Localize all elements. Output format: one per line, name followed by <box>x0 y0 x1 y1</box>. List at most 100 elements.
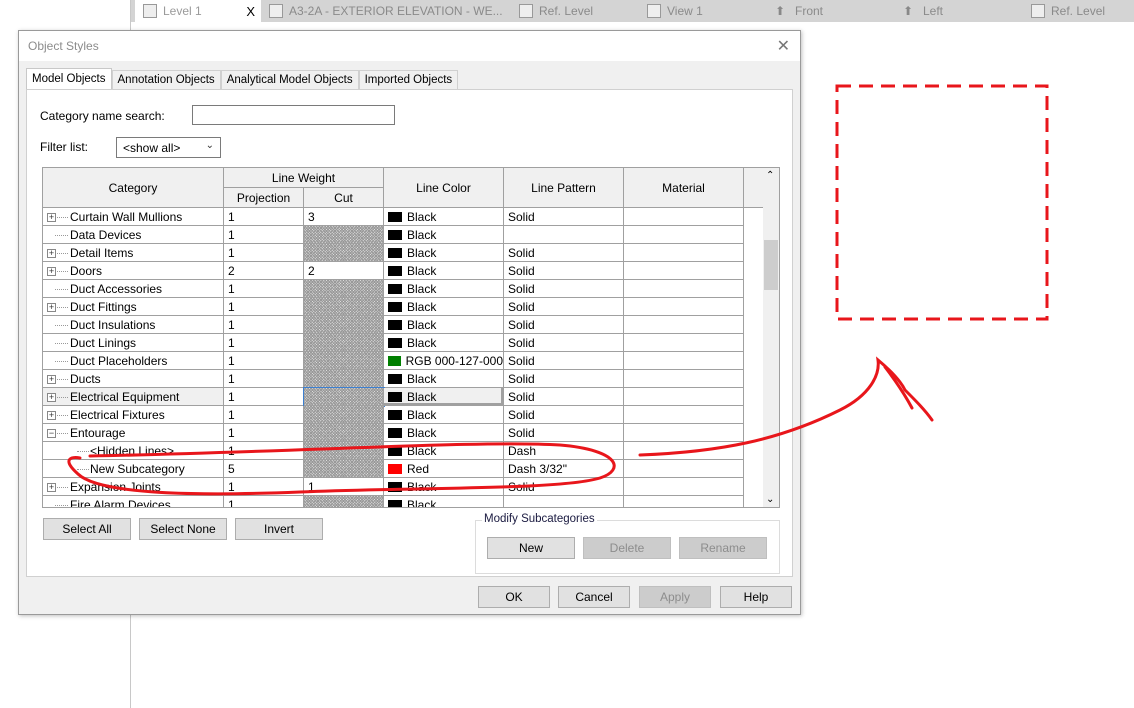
line-color-cell[interactable]: Black <box>384 406 504 424</box>
select-all-button[interactable]: Select All <box>43 518 131 540</box>
table-row[interactable]: Duct Linings 1 Black Solid <box>43 334 763 352</box>
line-color-cell[interactable]: Black <box>384 424 504 442</box>
line-color-cell[interactable]: Black <box>384 316 504 334</box>
tab-model-objects[interactable]: Model Objects <box>26 68 112 89</box>
line-pattern-cell[interactable]: Solid <box>504 298 624 316</box>
line-pattern-cell[interactable] <box>504 496 624 507</box>
cut-cell[interactable] <box>304 442 384 460</box>
category-cell[interactable]: Fire Alarm Devices <box>43 496 224 507</box>
apply-button[interactable]: Apply <box>639 586 711 608</box>
cut-cell[interactable] <box>304 244 384 262</box>
rename-subcategory-button[interactable]: Rename <box>679 537 767 559</box>
projection-cell[interactable]: 1 <box>224 478 304 496</box>
line-color-cell[interactable]: Black <box>384 262 504 280</box>
expand-icon[interactable]: + <box>47 267 56 276</box>
material-cell[interactable] <box>624 316 744 334</box>
line-pattern-cell[interactable]: Dash <box>504 442 624 460</box>
close-tab-icon[interactable]: X <box>246 4 255 19</box>
material-cell[interactable] <box>624 280 744 298</box>
header-category[interactable]: Category <box>43 168 224 208</box>
view-tab[interactable]: Ref. Level <box>511 0 639 22</box>
projection-cell[interactable]: 1 <box>224 316 304 334</box>
category-cell[interactable]: <Hidden Lines> <box>43 442 224 460</box>
table-row[interactable]: Data Devices 1 Black <box>43 226 763 244</box>
vertical-scrollbar[interactable]: ⌃ ⌄ <box>763 168 779 507</box>
table-row[interactable]: Duct Accessories 1 Black Solid <box>43 280 763 298</box>
material-cell[interactable] <box>624 352 744 370</box>
expand-icon[interactable]: + <box>47 483 56 492</box>
table-row[interactable]: + Duct Fittings 1 Black Solid <box>43 298 763 316</box>
cut-cell[interactable]: 3 <box>304 208 384 226</box>
table-row[interactable]: − Entourage 1 Black Solid <box>43 424 763 442</box>
material-cell[interactable] <box>624 334 744 352</box>
header-cut[interactable]: Cut <box>304 188 384 208</box>
projection-cell[interactable]: 1 <box>224 244 304 262</box>
view-tab[interactable]: Ref. Level <box>1023 0 1134 22</box>
table-row[interactable]: + Electrical Equipment 1 Black Solid <box>43 387 763 407</box>
projection-cell[interactable]: 1 <box>224 442 304 460</box>
material-cell[interactable] <box>624 388 744 406</box>
view-tab[interactable]: A3-2A - EXTERIOR ELEVATION - WE... <box>261 0 511 22</box>
category-cell[interactable]: New Subcategory <box>43 460 224 478</box>
ok-button[interactable]: OK <box>478 586 550 608</box>
line-pattern-cell[interactable]: Solid <box>504 370 624 388</box>
cut-cell[interactable] <box>304 460 384 478</box>
line-pattern-cell[interactable]: Solid <box>504 334 624 352</box>
projection-cell[interactable]: 1 <box>224 280 304 298</box>
line-pattern-cell[interactable]: Solid <box>504 208 624 226</box>
material-cell[interactable] <box>624 244 744 262</box>
header-material[interactable]: Material <box>624 168 744 208</box>
cut-cell[interactable] <box>303 387 385 407</box>
cut-cell[interactable]: 2 <box>304 262 384 280</box>
expand-icon[interactable]: + <box>47 303 56 312</box>
category-cell[interactable]: + Electrical Fixtures <box>43 406 224 424</box>
category-cell[interactable]: + Curtain Wall Mullions <box>43 208 224 226</box>
line-color-cell[interactable]: Black <box>384 496 504 507</box>
view-tab[interactable]: ⬆ Left <box>895 0 1023 22</box>
cancel-button[interactable]: Cancel <box>558 586 630 608</box>
table-row[interactable]: + Ducts 1 Black Solid <box>43 370 763 388</box>
invert-button[interactable]: Invert <box>235 518 323 540</box>
projection-cell[interactable]: 1 <box>224 208 304 226</box>
category-cell[interactable]: + Expansion Joints <box>43 478 224 496</box>
tab-annotation-objects[interactable]: Annotation Objects <box>111 70 221 89</box>
category-cell[interactable]: Duct Insulations <box>43 316 224 334</box>
table-row[interactable]: Duct Insulations 1 Black Solid <box>43 316 763 334</box>
filter-list-select[interactable]: <show all> ⌄ <box>116 137 221 158</box>
header-line-color[interactable]: Line Color <box>384 168 504 208</box>
header-line-pattern[interactable]: Line Pattern <box>504 168 624 208</box>
line-pattern-cell[interactable]: Dash 3/32" <box>504 460 624 478</box>
category-cell[interactable]: + Electrical Equipment <box>43 388 224 406</box>
expand-icon[interactable]: + <box>47 213 56 222</box>
material-cell[interactable] <box>624 262 744 280</box>
cut-cell[interactable] <box>304 406 384 424</box>
line-pattern-cell[interactable]: Solid <box>504 478 624 496</box>
material-cell[interactable] <box>624 460 744 478</box>
table-row[interactable]: Duct Placeholders 1 RGB 000-127-000 Solid <box>43 352 763 370</box>
cut-cell[interactable] <box>304 496 384 507</box>
table-row[interactable]: + Detail Items 1 Black Solid <box>43 244 763 262</box>
select-none-button[interactable]: Select None <box>139 518 227 540</box>
material-cell[interactable] <box>624 226 744 244</box>
table-row[interactable]: + Electrical Fixtures 1 Black Solid <box>43 406 763 424</box>
projection-cell[interactable]: 1 <box>224 370 304 388</box>
projection-cell[interactable]: 1 <box>224 226 304 244</box>
close-icon[interactable]: ✕ <box>777 36 790 56</box>
cut-cell[interactable] <box>304 352 384 370</box>
category-cell[interactable]: Duct Linings <box>43 334 224 352</box>
material-cell[interactable] <box>624 298 744 316</box>
line-pattern-cell[interactable]: Solid <box>504 352 624 370</box>
new-subcategory-button[interactable]: New <box>487 537 575 559</box>
cut-cell[interactable] <box>304 334 384 352</box>
line-color-cell[interactable]: Black <box>384 442 504 460</box>
material-cell[interactable] <box>624 424 744 442</box>
delete-subcategory-button[interactable]: Delete <box>583 537 671 559</box>
line-pattern-cell[interactable] <box>504 226 624 244</box>
cut-cell[interactable] <box>304 298 384 316</box>
line-color-cell[interactable]: Black <box>384 478 504 496</box>
table-row[interactable]: + Doors 2 2 Black Solid <box>43 262 763 280</box>
projection-cell[interactable]: 1 <box>224 406 304 424</box>
projection-cell[interactable]: 1 <box>224 352 304 370</box>
line-pattern-cell[interactable]: Solid <box>504 388 624 406</box>
category-cell[interactable]: + Ducts <box>43 370 224 388</box>
